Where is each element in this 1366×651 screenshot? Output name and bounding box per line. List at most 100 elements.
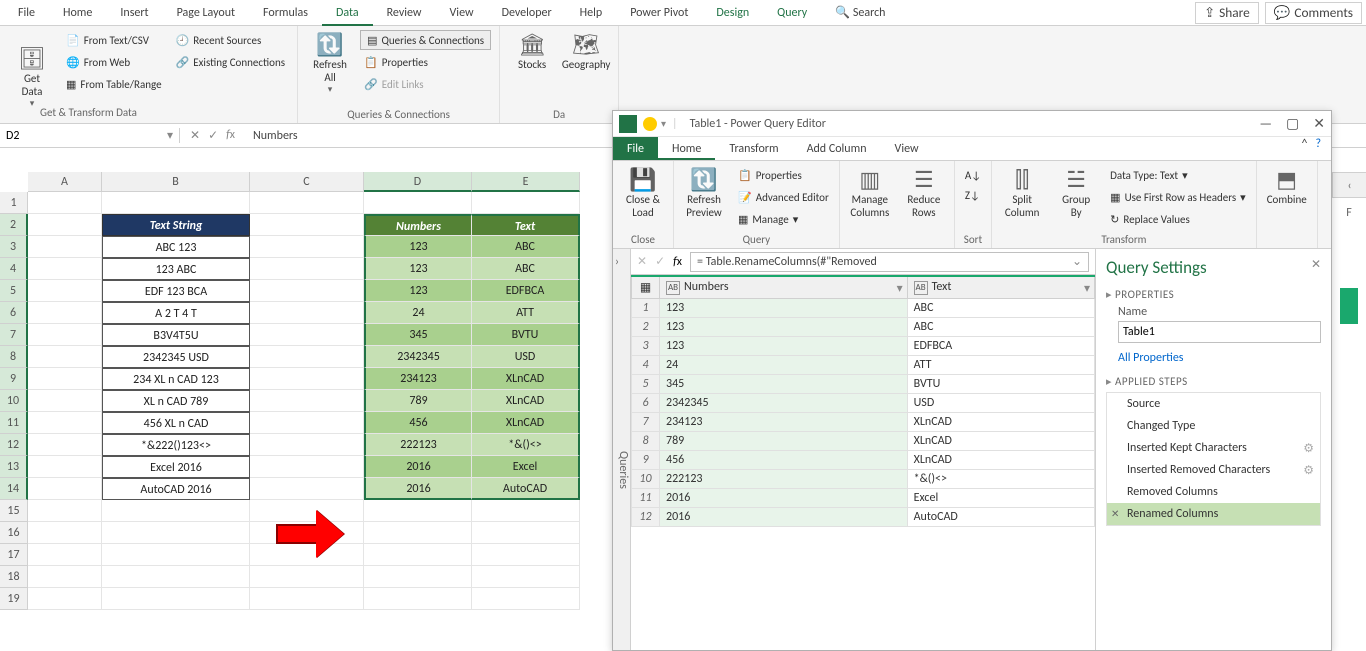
- cell[interactable]: AutoCAD 2016: [102, 478, 250, 500]
- chevron-down-icon[interactable]: ▾: [167, 128, 173, 143]
- tab-file[interactable]: File: [4, 0, 49, 26]
- cell[interactable]: ABC: [472, 236, 580, 258]
- tab-power-pivot[interactable]: Power Pivot: [616, 0, 702, 26]
- properties-section[interactable]: PROPERTIES: [1106, 288, 1321, 301]
- row-header[interactable]: 14: [0, 478, 28, 500]
- cell[interactable]: *&222()123<>: [102, 434, 250, 456]
- recent-sources-button[interactable]: 🕘Recent Sources: [172, 30, 289, 50]
- enter-icon[interactable]: ✓: [208, 128, 218, 143]
- cell[interactable]: [28, 500, 102, 522]
- pq-cell[interactable]: 2016: [660, 508, 908, 527]
- pq-row-number[interactable]: 2: [632, 318, 660, 337]
- share-button[interactable]: ⇪Share: [1195, 2, 1259, 24]
- column-header-D[interactable]: D: [364, 172, 472, 192]
- manage-button[interactable]: ▦Manage ▾: [734, 209, 833, 229]
- cell[interactable]: [28, 324, 102, 346]
- pq-cell[interactable]: XLnCAD: [907, 451, 1094, 470]
- pq-cell[interactable]: 2342345: [660, 394, 908, 413]
- cell[interactable]: [250, 346, 364, 368]
- tab-help[interactable]: Help: [566, 0, 617, 26]
- smiley-icon[interactable]: [643, 117, 657, 131]
- applied-step[interactable]: Source: [1107, 393, 1320, 415]
- cell[interactable]: [250, 368, 364, 390]
- cell[interactable]: [28, 258, 102, 280]
- pq-cell[interactable]: 234123: [660, 413, 908, 432]
- first-row-headers-button[interactable]: ▦Use First Row as Headers ▾: [1106, 187, 1250, 207]
- chevron-up-icon[interactable]: ^: [1301, 137, 1307, 160]
- cell[interactable]: [472, 566, 580, 588]
- fx-icon[interactable]: fx: [226, 128, 235, 143]
- row-header[interactable]: 7: [0, 324, 28, 346]
- all-properties-link[interactable]: All Properties: [1118, 351, 1184, 365]
- cell[interactable]: *&()<>: [472, 434, 580, 456]
- pq-cell[interactable]: 24: [660, 356, 908, 375]
- cell[interactable]: [250, 302, 364, 324]
- data-type-button[interactable]: Data Type: Text ▾: [1106, 165, 1250, 185]
- cell[interactable]: XLnCAD: [472, 368, 580, 390]
- cell[interactable]: [472, 522, 580, 544]
- cell[interactable]: [250, 192, 364, 214]
- row-header[interactable]: 13: [0, 456, 28, 478]
- gear-icon[interactable]: ⚙: [1303, 463, 1314, 478]
- row-header[interactable]: 8: [0, 346, 28, 368]
- queries-connections-button[interactable]: ▤Queries & Connections: [360, 30, 491, 50]
- column-header-C[interactable]: C: [250, 172, 364, 192]
- cell[interactable]: [250, 324, 364, 346]
- pq-row-number[interactable]: 1: [632, 299, 660, 318]
- cell[interactable]: [472, 588, 580, 610]
- cell[interactable]: 456: [364, 412, 472, 434]
- cell[interactable]: 234123: [364, 368, 472, 390]
- pq-row-number[interactable]: 4: [632, 356, 660, 375]
- cell[interactable]: A 2 T 4 T: [102, 302, 250, 324]
- applied-step[interactable]: Removed Columns: [1107, 481, 1320, 503]
- cell[interactable]: USD: [472, 346, 580, 368]
- row-header[interactable]: 6: [0, 302, 28, 324]
- tab-data[interactable]: Data: [322, 0, 373, 26]
- manage-columns-button[interactable]: ▥Manage Columns: [846, 165, 894, 219]
- pq-tab-add-column[interactable]: Add Column: [793, 137, 881, 160]
- cell[interactable]: [28, 368, 102, 390]
- pq-cell[interactable]: XLnCAD: [907, 413, 1094, 432]
- cell[interactable]: [28, 522, 102, 544]
- cell[interactable]: [364, 588, 472, 610]
- pq-cell[interactable]: ATT: [907, 356, 1094, 375]
- cell[interactable]: XLnCAD: [472, 412, 580, 434]
- cell[interactable]: [28, 192, 102, 214]
- cell[interactable]: ABC 123: [102, 236, 250, 258]
- pq-formula-input[interactable]: = Table.RenameColumns(#"Removed ⌄: [690, 252, 1089, 272]
- pq-row-number[interactable]: 7: [632, 413, 660, 432]
- cell[interactable]: 24: [364, 302, 472, 324]
- pq-cell[interactable]: XLnCAD: [907, 432, 1094, 451]
- geography-button[interactable]: 🗺Geography: [562, 30, 610, 71]
- row-header[interactable]: 11: [0, 412, 28, 434]
- advanced-editor-button[interactable]: 📝Advanced Editor: [734, 187, 833, 207]
- row-header[interactable]: 3: [0, 236, 28, 258]
- row-header[interactable]: 9: [0, 368, 28, 390]
- gear-icon[interactable]: ⚙: [1303, 441, 1314, 456]
- reduce-rows-button[interactable]: ☰Reduce Rows: [900, 165, 948, 219]
- cell[interactable]: EDFBCA: [472, 280, 580, 302]
- tab-query[interactable]: Query: [763, 0, 821, 26]
- cell[interactable]: [28, 456, 102, 478]
- side-tab-expand[interactable]: F: [1332, 200, 1366, 226]
- cell[interactable]: [364, 566, 472, 588]
- refresh-all-button[interactable]: 🔃 Refresh All▾: [306, 30, 354, 95]
- column-header-B[interactable]: B: [102, 172, 250, 192]
- cell[interactable]: ATT: [472, 302, 580, 324]
- cell[interactable]: 123: [364, 280, 472, 302]
- cell[interactable]: [28, 412, 102, 434]
- pq-data-grid[interactable]: ▦ABNumbers▾ABText▾1123ABC2123ABC3123EDFB…: [631, 275, 1095, 650]
- pq-row-number[interactable]: 10: [632, 470, 660, 489]
- cell[interactable]: B3V4T5U: [102, 324, 250, 346]
- cell[interactable]: 789: [364, 390, 472, 412]
- pq-row-number[interactable]: 11: [632, 489, 660, 508]
- cell[interactable]: Text String: [102, 214, 250, 236]
- pq-row-number[interactable]: 6: [632, 394, 660, 413]
- applied-step[interactable]: Renamed Columns: [1107, 503, 1320, 525]
- split-column-button[interactable]: ⫿⫿Split Column: [998, 165, 1046, 219]
- cell[interactable]: BVTU: [472, 324, 580, 346]
- cell[interactable]: [250, 390, 364, 412]
- pq-row-number[interactable]: 3: [632, 337, 660, 356]
- pq-properties-button[interactable]: 📋Properties: [734, 165, 833, 185]
- cell[interactable]: [28, 302, 102, 324]
